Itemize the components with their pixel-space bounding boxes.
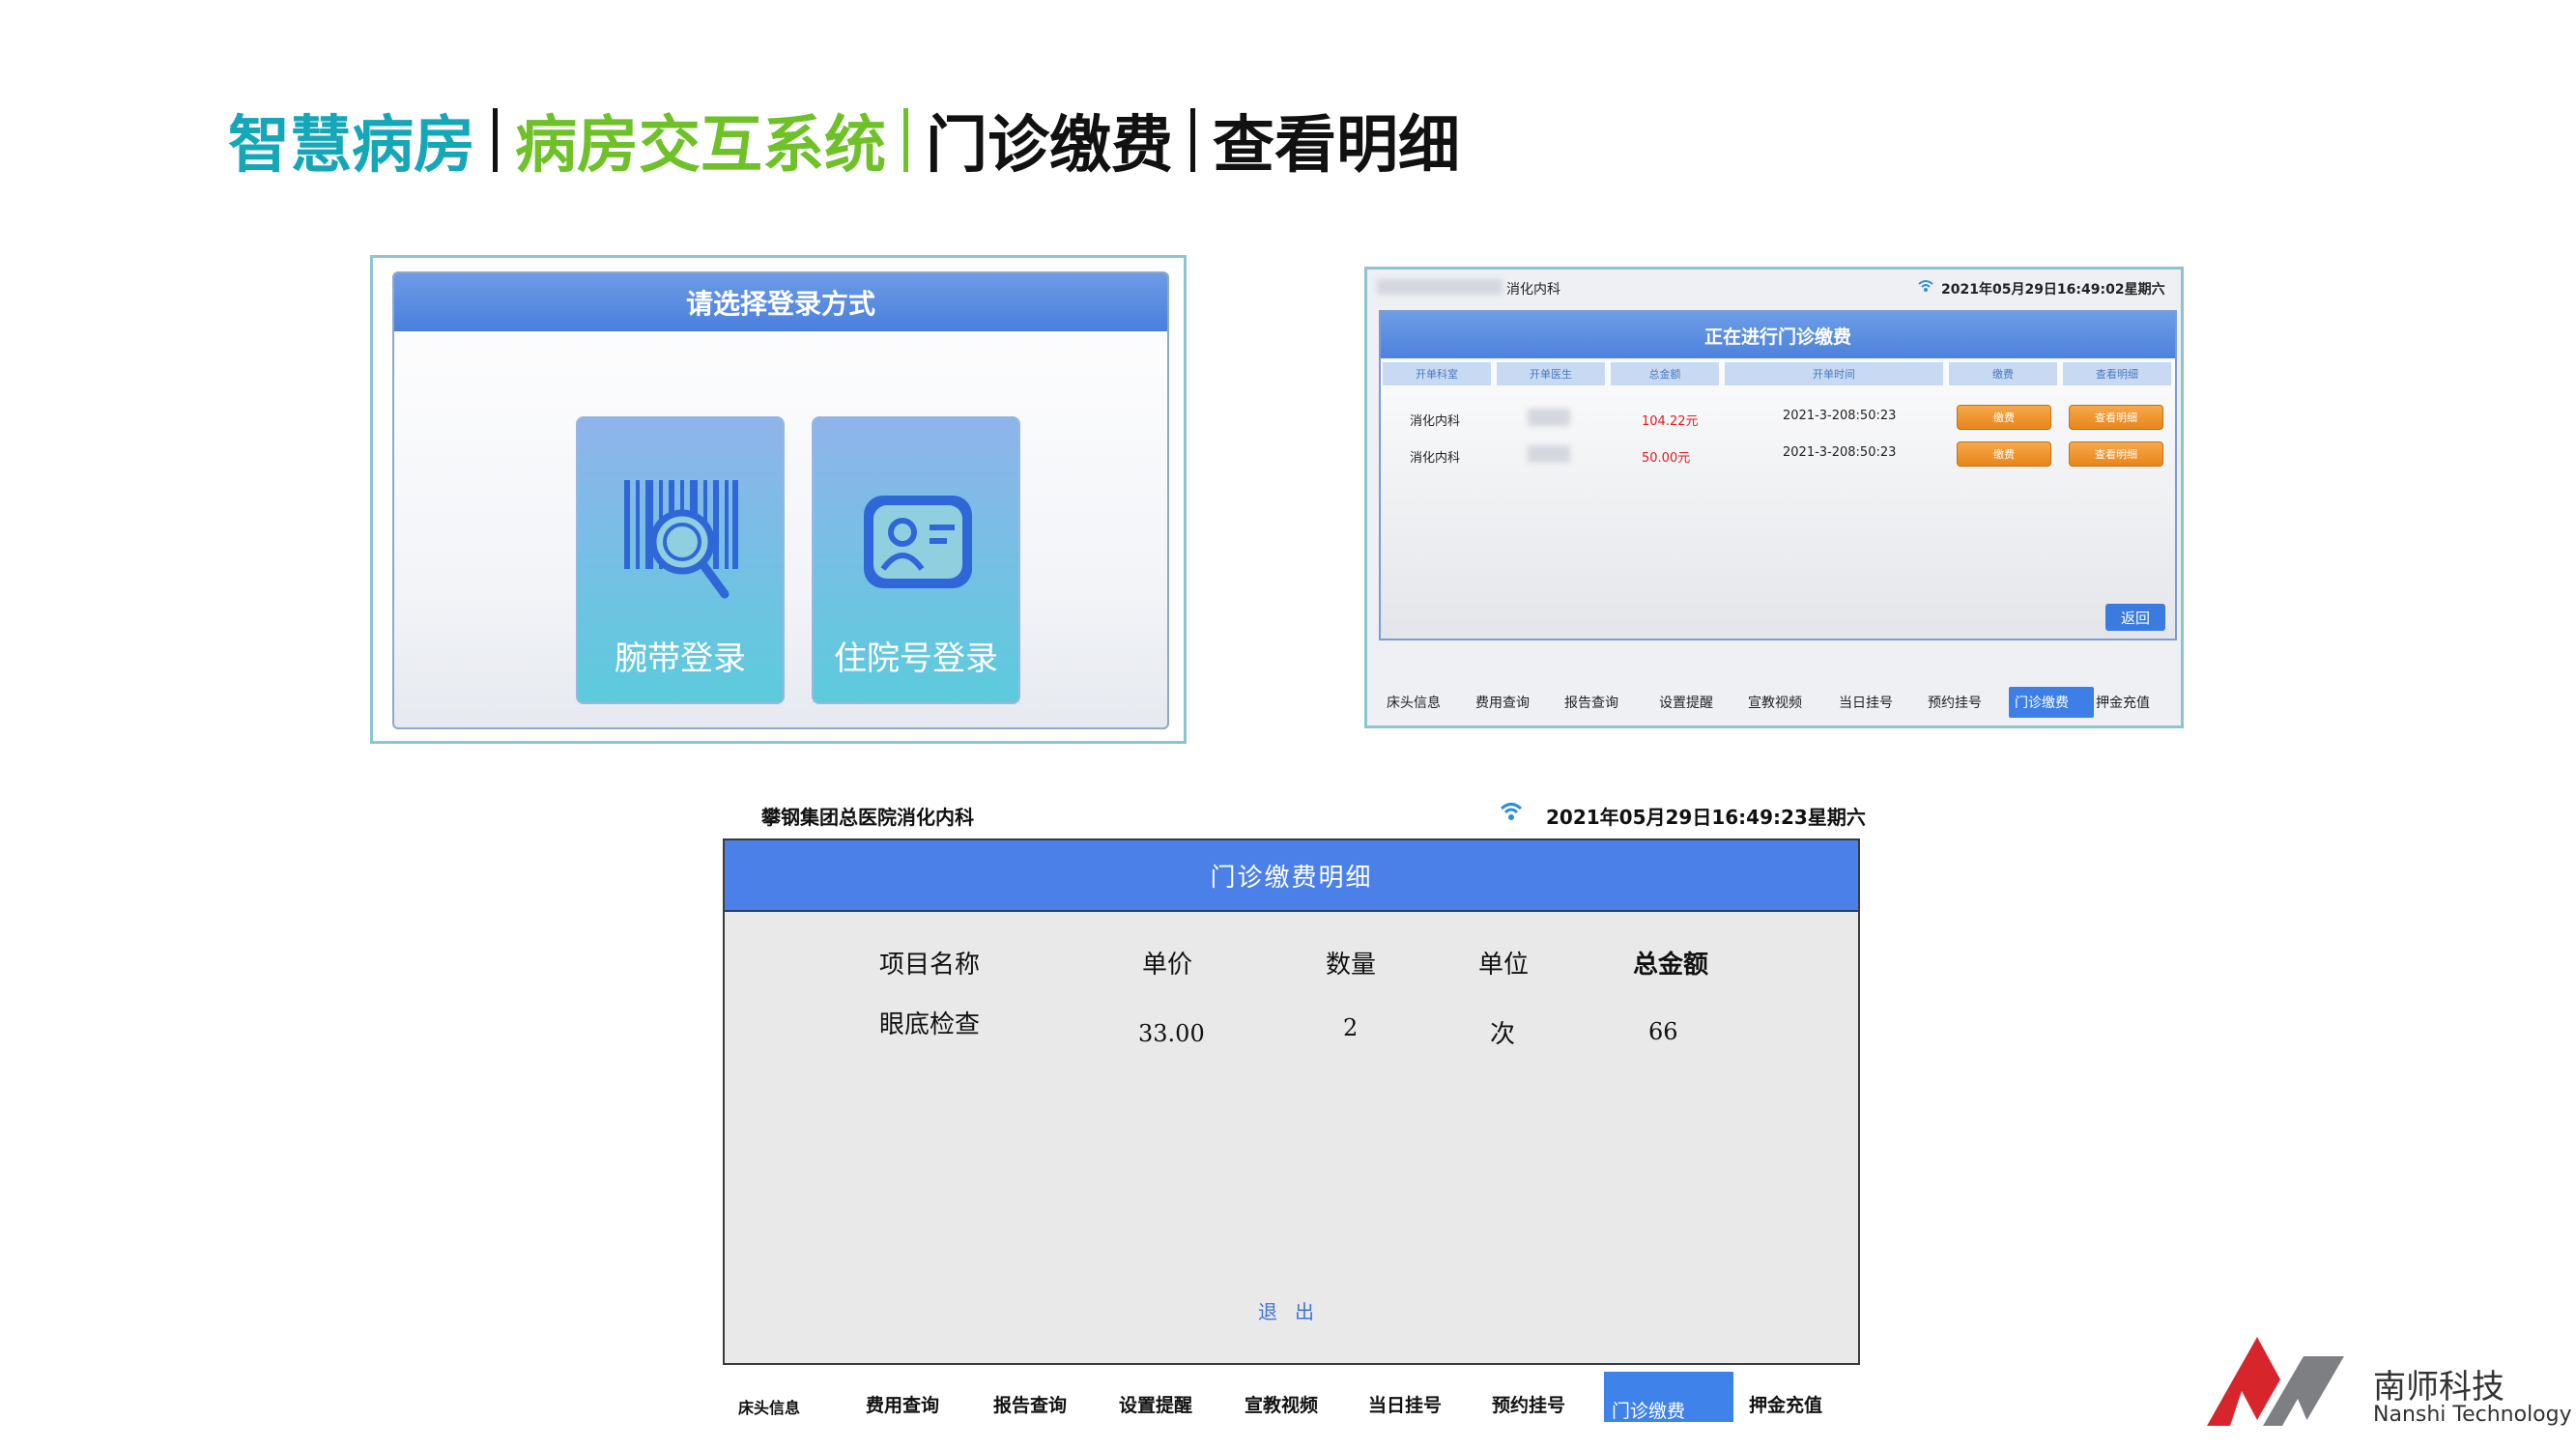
nav-bedside-info[interactable]: 床头信息: [1387, 693, 1441, 712]
department-label: 消化内科: [1506, 282, 1560, 298]
slide-title: 智慧病房 病房交互系统 门诊缴费 查看明细: [228, 97, 1460, 184]
nav-bedside-info[interactable]: 床头信息: [738, 1395, 800, 1418]
blurred-doctor-name: [1528, 445, 1570, 463]
cell-unit: 次: [1490, 1020, 1516, 1049]
column-header-quantity: 数量: [1326, 951, 1377, 980]
datetime-label: 2021年05月29日16:49:23星期六: [1546, 806, 1866, 829]
login-method-screenshot: 请选择登录方式 腕带登录 住院号登录: [370, 255, 1187, 744]
status-bar: 消化内科 2021年05月29日16:49:02星期六: [1367, 270, 2181, 308]
outpatient-payment-screenshot: 消化内科 2021年05月29日16:49:02星期六 正在进行门诊缴费 开单科…: [1364, 267, 2184, 728]
cell-quantity: 2: [1343, 1014, 1359, 1041]
nav-appointment-registration[interactable]: 预约挂号: [1492, 1391, 1565, 1417]
nav-education-video[interactable]: 宣教视频: [1748, 693, 1802, 712]
column-header: 总金额: [1611, 362, 1719, 385]
login-dialog-header: 请选择登录方式: [394, 273, 1167, 331]
nav-same-day-registration[interactable]: 当日挂号: [1368, 1391, 1442, 1417]
wristband-login-label: 腕带登录: [615, 639, 746, 678]
hospital-name: 攀钢集团总医院消化内科: [761, 806, 974, 829]
row-amount: 50.00元: [1642, 451, 1691, 466]
row-time: 2021-3-208:50:23: [1783, 409, 1897, 423]
payment-table-header: 开单科室 开单医生 总金额 开单时间 缴费 查看明细: [1381, 362, 2175, 385]
nav-deposit-recharge[interactable]: 押金充值: [1749, 1391, 1822, 1417]
nav-reminder-settings[interactable]: 设置提醒: [1119, 1391, 1192, 1417]
view-detail-button[interactable]: 查看明细: [2069, 405, 2163, 430]
nav-report-query[interactable]: 报告查询: [1564, 693, 1618, 712]
bottom-nav: 床头信息 费用查询 报告查询 设置提醒 宣教视频 当日挂号 预约挂号 门诊缴费 …: [1367, 685, 2181, 724]
column-header-unit-price: 单价: [1142, 951, 1193, 980]
column-header: 缴费: [1949, 362, 2057, 385]
title-part-outpatient-payment: 门诊缴费: [926, 110, 1173, 182]
blurred-doctor-name: [1528, 409, 1570, 426]
title-separator: [903, 108, 908, 172]
column-header-item-name: 项目名称: [879, 951, 981, 980]
column-header: 开单时间: [1725, 362, 1943, 385]
company-logo-icon: [2207, 1337, 2344, 1426]
title-part-ward-system: 病房交互系统: [515, 110, 886, 182]
pay-button[interactable]: 缴费: [1957, 405, 2051, 430]
inpatient-number-login-button[interactable]: 住院号登录: [812, 416, 1020, 704]
datetime-label: 2021年05月29日16:49:02星期六: [1941, 282, 2165, 298]
title-part-smart-ward: 智慧病房: [228, 110, 475, 182]
row-time: 2021-3-208:50:23: [1783, 445, 1897, 460]
cell-total: 66: [1648, 1018, 1678, 1045]
column-header: 开单医生: [1497, 362, 1605, 385]
pay-button[interactable]: 缴费: [1957, 441, 2051, 467]
nav-fee-query[interactable]: 费用查询: [866, 1391, 939, 1417]
login-dialog: 请选择登录方式 腕带登录 住院号登录: [392, 271, 1169, 729]
view-detail-button[interactable]: 查看明细: [2069, 441, 2163, 467]
blurred-hospital-name: [1377, 279, 1503, 295]
nav-reminder-settings[interactable]: 设置提醒: [1659, 693, 1713, 712]
nav-same-day-registration[interactable]: 当日挂号: [1839, 693, 1893, 712]
barcode-search-icon: [624, 480, 738, 599]
nav-fee-query[interactable]: 费用查询: [1475, 693, 1530, 712]
row-department: 消化内科: [1410, 451, 1461, 466]
id-card-icon: [864, 496, 972, 588]
row-department: 消化内科: [1410, 414, 1461, 429]
return-button[interactable]: 返回: [2105, 604, 2165, 631]
nav-outpatient-payment[interactable]: 门诊缴费: [2015, 693, 2069, 712]
payment-detail-header: 门诊缴费明细: [725, 840, 1858, 912]
company-name-cn: 南师科技: [2373, 1368, 2504, 1406]
bottom-nav: 床头信息 费用查询 报告查询 设置提醒 宣教视频 当日挂号 预约挂号 门诊缴费 …: [723, 1372, 1860, 1422]
column-header: 查看明细: [2063, 362, 2171, 385]
nav-outpatient-payment[interactable]: 门诊缴费: [1612, 1397, 1685, 1423]
company-name-en: Nanshi Technology: [2373, 1403, 2572, 1427]
nav-education-video[interactable]: 宣教视频: [1245, 1391, 1318, 1417]
cell-item-name: 眼底检查: [879, 1010, 981, 1039]
inpatient-number-login-label: 住院号登录: [834, 639, 998, 678]
exit-button[interactable]: 退出: [1258, 1296, 1331, 1324]
wristband-login-button[interactable]: 腕带登录: [576, 416, 785, 704]
title-separator: [493, 108, 498, 172]
wifi-icon: [1918, 280, 1933, 292]
nav-deposit-recharge[interactable]: 押金充值: [2096, 693, 2150, 712]
wifi-icon: [1500, 803, 1523, 820]
title-separator: [1190, 108, 1195, 172]
payment-window-header: 正在进行门诊缴费: [1381, 312, 2175, 358]
title-part-view-details: 查看明细: [1213, 110, 1460, 182]
payment-detail-window: 门诊缴费明细 项目名称 单价 数量 单位 总金额 眼底检查 33.00 2 次 …: [723, 838, 1860, 1365]
column-header-total: 总金额: [1633, 951, 1709, 980]
column-header-unit: 单位: [1478, 951, 1530, 980]
payment-window: 正在进行门诊缴费 开单科室 开单医生 总金额 开单时间 缴费 查看明细 消化内科…: [1379, 310, 2177, 640]
row-amount: 104.22元: [1642, 414, 1699, 429]
nav-appointment-registration[interactable]: 预约挂号: [1928, 693, 1982, 712]
column-header: 开单科室: [1383, 362, 1491, 385]
cell-unit-price: 33.00: [1138, 1020, 1205, 1047]
nav-report-query[interactable]: 报告查询: [993, 1391, 1067, 1417]
